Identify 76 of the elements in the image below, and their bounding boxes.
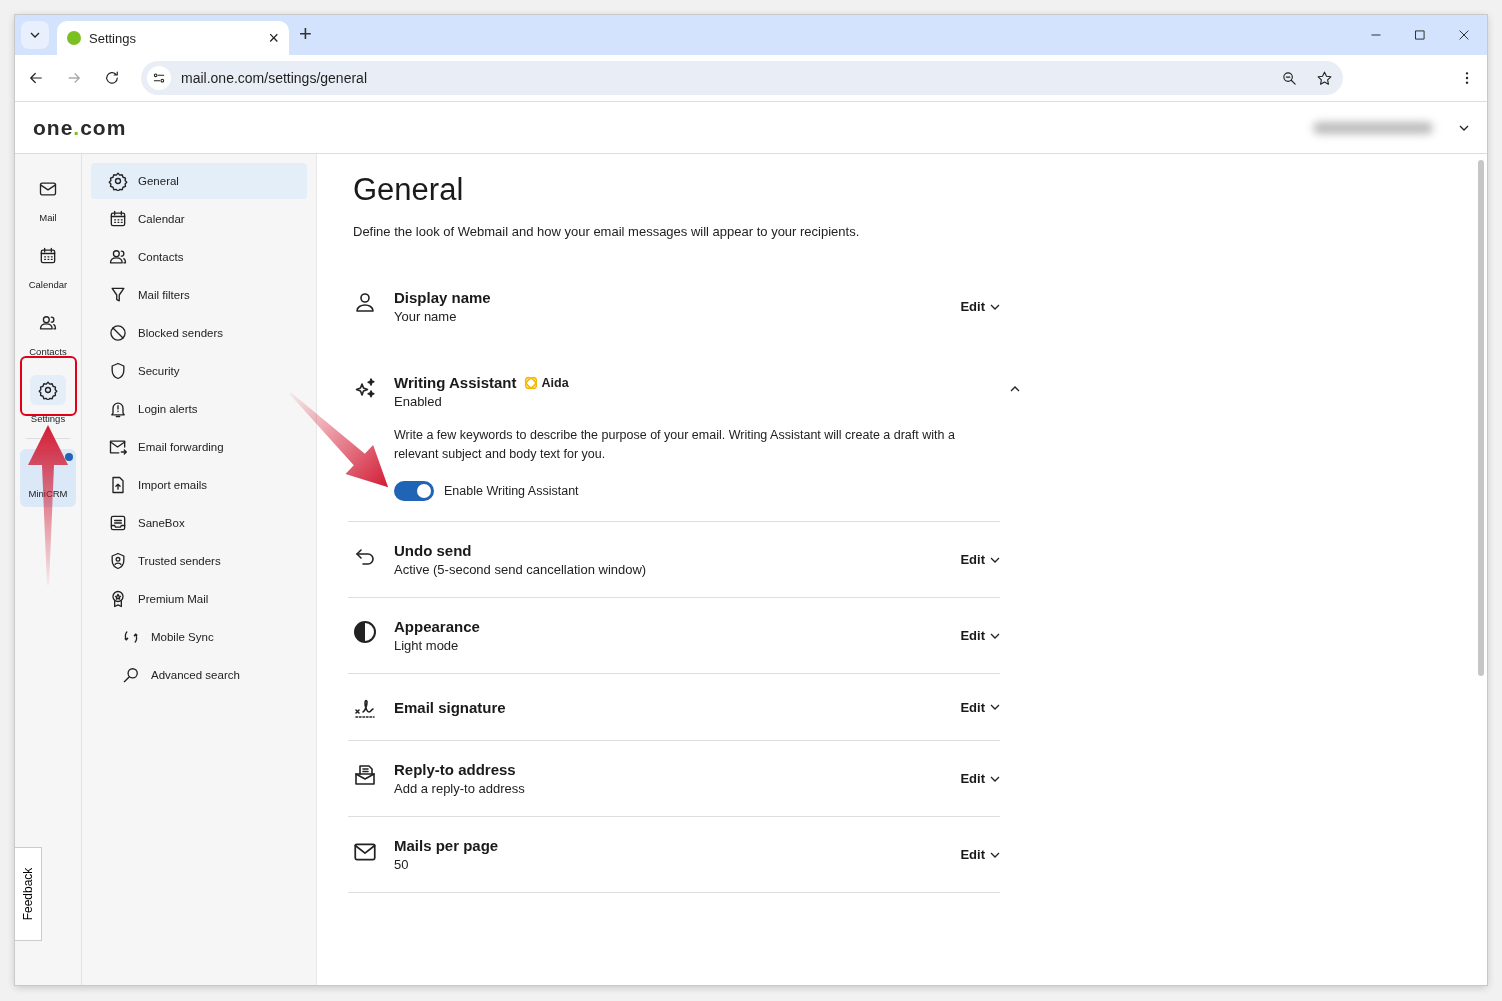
setting-title: Reply-to address [394, 761, 517, 778]
settings-icon [108, 171, 128, 191]
chevron-down-icon [990, 702, 1000, 712]
rail-item[interactable]: Mail [21, 170, 75, 227]
favicon-icon [67, 31, 81, 45]
nav-item[interactable]: General [91, 163, 307, 199]
browser-tab[interactable]: Settings × [57, 21, 289, 55]
nav-item[interactable]: Security [91, 353, 307, 389]
person-icon [353, 291, 377, 315]
edit-button[interactable]: Edit [960, 847, 1000, 862]
calendar-icon [38, 246, 58, 266]
collapse-button[interactable] [1010, 384, 1020, 394]
setting-title: Writing Assistant [394, 374, 517, 391]
toggle-switch[interactable] [394, 481, 434, 501]
contrast-icon [353, 620, 377, 644]
nav-item[interactable]: Blocked senders [91, 315, 307, 351]
setting-title: Appearance [394, 618, 481, 635]
maximize-icon [1413, 28, 1427, 42]
edit-button[interactable]: Edit [960, 552, 1000, 567]
nav-item[interactable]: Advanced search [91, 657, 307, 693]
nav-item[interactable]: Mail filters [91, 277, 307, 313]
site-settings-icon [151, 70, 167, 86]
star-icon [1316, 69, 1333, 87]
nav-item[interactable]: SaneBox [91, 505, 307, 541]
setting-title: Mails per page [394, 837, 500, 854]
rail-item[interactable]: Settings [21, 371, 75, 428]
zoom-icon [1281, 69, 1298, 87]
edit-button[interactable]: Edit [960, 699, 1000, 715]
logo[interactable]: one.com [33, 115, 127, 140]
nav-item[interactable]: Login alerts [91, 391, 307, 427]
setting-value: Your name [394, 309, 458, 324]
toggle-label: Enable Writing Assistant [444, 484, 579, 498]
rail-item[interactable]: Calendar [21, 237, 75, 294]
setting-description: Write a few keywords to describe the purpose of your email. Writing Assistant will create a draft with a relevant subject and body text for you. [394, 427, 956, 463]
new-tab-button[interactable]: + [299, 21, 312, 47]
blocked-icon [108, 323, 128, 343]
nav-item[interactable]: Import emails [91, 467, 307, 503]
search-icon [121, 665, 141, 685]
settings-icon [38, 380, 58, 400]
edit-button[interactable]: Edit [960, 771, 1000, 786]
address-bar[interactable]: mail.one.com/settings/general [141, 61, 1343, 95]
chevron-up-icon [1010, 384, 1020, 394]
nav-item[interactable]: Premium Mail [91, 581, 307, 617]
setting-value: Add a reply-to address [394, 781, 526, 796]
nav-item[interactable]: Contacts [91, 239, 307, 275]
highlight-frame [20, 356, 77, 416]
close-icon [1457, 28, 1471, 42]
aida-badge: Aida [522, 374, 569, 391]
inbox-list-icon [108, 513, 128, 533]
scrollbar[interactable] [1478, 160, 1484, 676]
setting-value: Active (5-second send cancellation window) [394, 562, 648, 577]
rail-item[interactable]: Contacts [21, 304, 75, 361]
url-text: mail.one.com/settings/general [181, 70, 368, 86]
nav-item[interactable]: Mobile Sync [91, 619, 307, 655]
setting-title: Display name [394, 289, 492, 306]
setting-value: 50 [394, 857, 410, 872]
page-description: Define the look of Webmail and how your email messages will appear to your recipients. [353, 224, 861, 239]
nav-item[interactable]: Trusted senders [91, 543, 307, 579]
tab-search-button[interactable] [21, 21, 49, 49]
setting-value: Light mode [394, 638, 460, 653]
sparkles-icon [353, 376, 377, 400]
close-tab-button[interactable]: × [268, 27, 279, 49]
people-icon [38, 313, 58, 333]
page-title: General [353, 172, 465, 208]
reload-icon [103, 69, 121, 87]
edit-button[interactable]: Edit [960, 299, 1000, 314]
nav-item[interactable]: Email forwarding [91, 429, 307, 465]
setting-title: Undo send [394, 542, 473, 559]
setting-title: Email signature [394, 698, 507, 716]
chevron-down-icon [30, 30, 40, 40]
edit-button[interactable]: Edit [960, 628, 1000, 643]
nav-item[interactable]: Calendar [91, 201, 307, 237]
setting-value: Enabled [394, 394, 443, 409]
calendar-icon [108, 209, 128, 229]
mailbox-icon [353, 763, 377, 787]
feedback-button[interactable]: Feedback [15, 847, 42, 941]
